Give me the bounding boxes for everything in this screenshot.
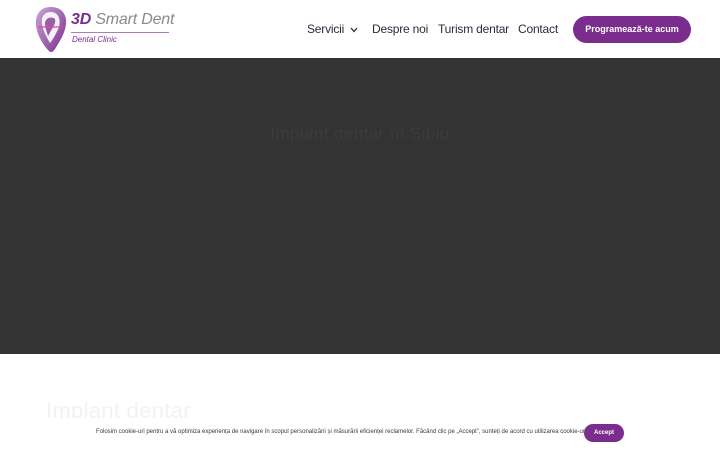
site-logo[interactable]: 3D Smart Dent Dental Clinic [34, 5, 174, 53]
book-appointment-button[interactable]: Programează-te acum [573, 16, 691, 43]
logo-brand-primary: 3D [71, 11, 92, 28]
nav-item-servicii[interactable]: Servicii [307, 20, 358, 38]
logo-divider [71, 32, 169, 33]
nav-item-contact[interactable]: Contact [518, 20, 558, 38]
nav-item-label: Turism dentar [438, 22, 509, 36]
cookie-consent-text: Folosim cookie-uri pentru a vă optimiza … [96, 429, 595, 435]
hero-section: Implant dentar în Sibiu [0, 58, 720, 354]
cookie-accept-button[interactable]: Accept [584, 424, 624, 442]
logo-brand-name: 3D Smart Dent [71, 11, 174, 29]
cookie-consent-bar: Folosim cookie-uri pentru a vă optimiza … [0, 418, 720, 450]
nav-item-label: Servicii [307, 22, 345, 36]
site-header: 3D Smart Dent Dental Clinic Servicii Des… [0, 0, 720, 58]
nav-item-label: Despre noi [372, 22, 429, 36]
nav-item-turism-dentar[interactable]: Turism dentar [438, 20, 509, 38]
nav-item-despre-noi[interactable]: Despre noi [372, 20, 428, 38]
nav-item-label: Contact [518, 22, 558, 36]
logo-tagline: Dental Clinic [72, 35, 117, 44]
chevron-down-icon [350, 27, 358, 33]
logo-brand-secondary: Smart Dent [95, 11, 175, 28]
hero-title: Implant dentar în Sibiu [270, 124, 450, 143]
tooth-logo-icon [35, 7, 67, 53]
